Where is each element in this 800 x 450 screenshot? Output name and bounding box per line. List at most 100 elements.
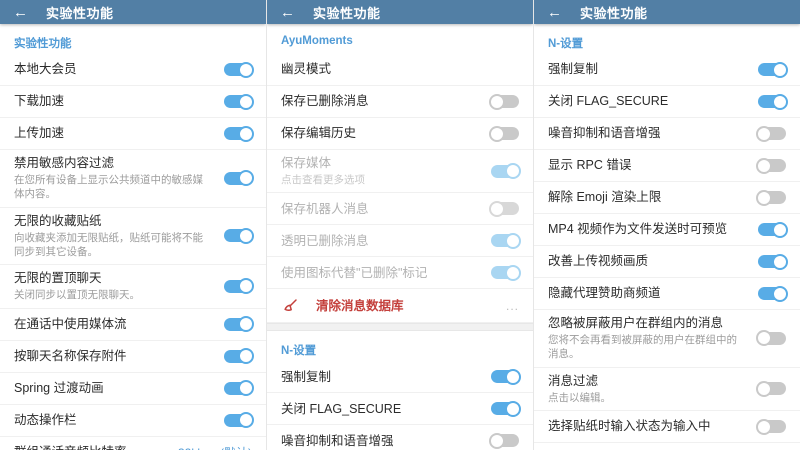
- setting-label: 忽略被屏蔽用户在群组内的消息: [548, 315, 742, 331]
- setting-row[interactable]: 透明已删除消息: [267, 225, 533, 257]
- toggle-switch[interactable]: [491, 266, 519, 279]
- setting-row[interactable]: 按聊天名称保存附件: [0, 341, 266, 373]
- toggle-switch[interactable]: [224, 95, 252, 108]
- setting-label: 强制复制: [281, 369, 475, 385]
- setting-row[interactable]: 消息过滤点击以编辑。: [534, 368, 800, 411]
- setting-label: 强制复制: [548, 61, 742, 77]
- setting-row[interactable]: 选择贴纸时输入状态为输入中: [534, 411, 800, 443]
- setting-text: 保存机器人消息: [281, 196, 483, 222]
- setting-text: 噪音抑制和语音增强: [548, 120, 750, 146]
- toggle-switch[interactable]: [758, 223, 786, 236]
- toggle-switch[interactable]: [491, 95, 519, 108]
- toggle-switch[interactable]: [224, 229, 252, 242]
- setting-text: 强制复制: [548, 56, 750, 82]
- setting-label: 解除 Emoji 渲染上限: [548, 189, 742, 205]
- toggle-switch[interactable]: [224, 127, 252, 140]
- setting-text: 本地大会员: [14, 56, 216, 82]
- setting-row[interactable]: 上传加速: [0, 118, 266, 150]
- setting-row[interactable]: 改善上传视频画质: [534, 246, 800, 278]
- setting-text: 动态操作栏: [14, 407, 216, 433]
- setting-row[interactable]: 保存机器人消息: [267, 193, 533, 225]
- toggle-switch[interactable]: [758, 159, 786, 172]
- setting-row[interactable]: 显示 RPC 错误: [534, 150, 800, 182]
- setting-row[interactable]: 清除消息数据库...: [267, 289, 533, 323]
- toggle-switch[interactable]: [758, 127, 786, 140]
- setting-row[interactable]: 解除 Emoji 渲染上限: [534, 182, 800, 214]
- setting-subtitle: 点击查看更多选项: [281, 173, 475, 187]
- toggle-switch[interactable]: [758, 382, 786, 395]
- setting-label: 选择贴纸时输入状态为输入中: [548, 418, 742, 434]
- toggle-switch[interactable]: [758, 63, 786, 76]
- setting-row[interactable]: 关闭 FLAG_SECURE: [534, 86, 800, 118]
- toggle-switch[interactable]: [758, 255, 786, 268]
- toggle-switch[interactable]: [224, 172, 252, 185]
- setting-row[interactable]: 禁用敏感内容过滤在您所有设备上显示公共频道中的敏感媒体内容。: [0, 150, 266, 208]
- toggle-switch[interactable]: [224, 280, 252, 293]
- toggle-switch[interactable]: [491, 165, 519, 178]
- toggle-switch[interactable]: [224, 350, 252, 363]
- page-title: 实验性功能: [46, 3, 114, 22]
- toggle-switch[interactable]: [491, 202, 519, 215]
- setting-row[interactable]: 在通话中使用媒体流: [0, 309, 266, 341]
- setting-label: 显示 RPC 错误: [548, 157, 742, 173]
- setting-label: 按聊天名称保存附件: [14, 348, 208, 364]
- settings-panel-1: ← 实验性功能 实验性功能本地大会员下载加速上传加速禁用敏感内容过滤在您所有设备…: [0, 0, 267, 450]
- section-header: AyuMoments: [267, 24, 533, 54]
- setting-text: 禁用敏感内容过滤在您所有设备上显示公共频道中的敏感媒体内容。: [14, 150, 216, 207]
- toggle-switch[interactable]: [491, 370, 519, 383]
- setting-row[interactable]: 禁用截屏检测: [534, 443, 800, 450]
- setting-row[interactable]: 群组通话音频比特率32kbps (默认): [0, 437, 266, 450]
- setting-label: 使用图标代替"已删除"标记: [281, 265, 475, 281]
- toggle-switch[interactable]: [491, 434, 519, 447]
- toggle-switch[interactable]: [224, 382, 252, 395]
- setting-label: 保存媒体: [281, 155, 475, 171]
- setting-row[interactable]: Spring 过渡动画: [0, 373, 266, 405]
- toggle-switch[interactable]: [758, 332, 786, 345]
- setting-text: 噪音抑制和语音增强: [281, 428, 483, 450]
- toggle-switch[interactable]: [758, 95, 786, 108]
- setting-text: 选择贴纸时输入状态为输入中: [548, 413, 750, 439]
- setting-row[interactable]: 保存编辑历史: [267, 118, 533, 150]
- setting-text: 无限的收藏贴纸向收藏夹添加无限贴纸，贴纸可能将不能同步到其它设备。: [14, 208, 216, 265]
- toggle-switch[interactable]: [758, 420, 786, 433]
- toggle-switch[interactable]: [758, 191, 786, 204]
- setting-text: 透明已删除消息: [281, 228, 483, 254]
- setting-row[interactable]: 隐藏代理赞助商频道: [534, 278, 800, 310]
- setting-text: MP4 视频作为文件发送时可预览: [548, 216, 750, 242]
- setting-text: 幽灵模式: [281, 56, 519, 82]
- setting-label: 上传加速: [14, 125, 208, 141]
- setting-value: 32kbps (默认): [178, 444, 252, 450]
- setting-row[interactable]: 幽灵模式: [267, 54, 533, 86]
- back-icon[interactable]: ←: [13, 5, 46, 20]
- toggle-switch[interactable]: [758, 287, 786, 300]
- setting-row[interactable]: 本地大会员: [0, 54, 266, 86]
- back-icon[interactable]: ←: [280, 5, 313, 20]
- setting-row[interactable]: 无限的收藏贴纸向收藏夹添加无限贴纸，贴纸可能将不能同步到其它设备。: [0, 208, 266, 266]
- setting-row[interactable]: 动态操作栏: [0, 405, 266, 437]
- setting-row[interactable]: 保存已删除消息: [267, 86, 533, 118]
- toggle-switch[interactable]: [224, 318, 252, 331]
- setting-text: Spring 过渡动画: [14, 375, 216, 401]
- setting-row[interactable]: 强制复制: [267, 361, 533, 393]
- setting-row[interactable]: 噪音抑制和语音增强: [534, 118, 800, 150]
- setting-row[interactable]: 保存媒体点击查看更多选项: [267, 150, 533, 193]
- toggle-switch[interactable]: [491, 127, 519, 140]
- toggle-switch[interactable]: [224, 63, 252, 76]
- setting-label: 噪音抑制和语音增强: [281, 433, 475, 449]
- setting-text: 按聊天名称保存附件: [14, 343, 216, 369]
- setting-row[interactable]: 忽略被屏蔽用户在群组内的消息您将不会再看到被屏蔽的用户在群组中的消息。: [534, 310, 800, 368]
- settings-list: AyuMoments幽灵模式保存已删除消息保存编辑历史保存媒体点击查看更多选项保…: [267, 24, 533, 450]
- setting-row[interactable]: 噪音抑制和语音增强: [267, 425, 533, 450]
- setting-row[interactable]: 关闭 FLAG_SECURE: [267, 393, 533, 425]
- toggle-switch[interactable]: [491, 402, 519, 415]
- toggle-switch[interactable]: [491, 234, 519, 247]
- back-icon[interactable]: ←: [547, 5, 580, 20]
- setting-row[interactable]: 使用图标代替"已删除"标记: [267, 257, 533, 289]
- setting-row[interactable]: MP4 视频作为文件发送时可预览: [534, 214, 800, 246]
- setting-row[interactable]: 无限的置顶聊天关闭同步以置顶无限聊天。: [0, 265, 266, 308]
- setting-row[interactable]: 强制复制: [534, 54, 800, 86]
- setting-text: 在通话中使用媒体流: [14, 311, 216, 337]
- setting-row[interactable]: 下载加速: [0, 86, 266, 118]
- toggle-switch[interactable]: [224, 414, 252, 427]
- app-bar: ← 实验性功能: [534, 0, 800, 24]
